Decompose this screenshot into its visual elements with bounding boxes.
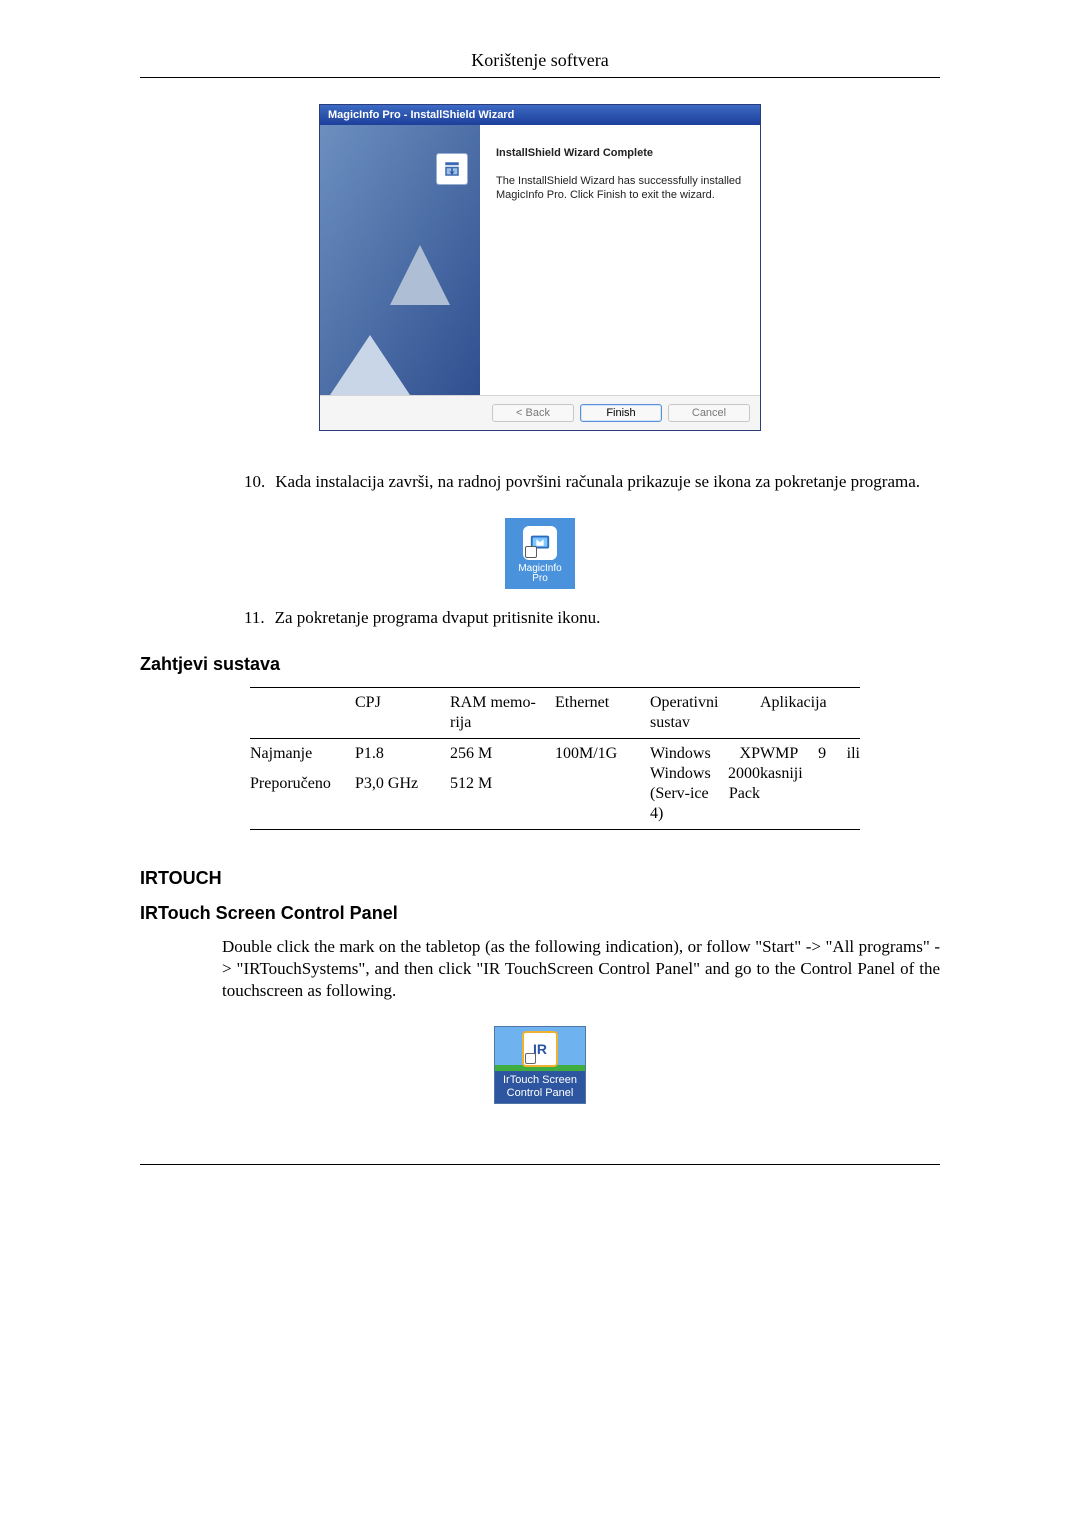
table-cell-app: WMP 9 ili kasniji bbox=[760, 739, 860, 829]
list-number: 11. bbox=[244, 607, 265, 630]
irtouch-shortcut-glyph: IR bbox=[495, 1027, 585, 1071]
finish-button[interactable]: Finish bbox=[580, 404, 662, 422]
irtouch-control-panel-shortcut-icon[interactable]: IR IrTouch Screen Control Panel bbox=[494, 1026, 586, 1104]
wizard-side-panel bbox=[320, 125, 480, 395]
table-header bbox=[250, 688, 355, 738]
header-rule bbox=[140, 77, 940, 78]
list-number: 10. bbox=[244, 471, 265, 494]
list-item: 11. Za pokretanje programa dvaput pritis… bbox=[244, 607, 940, 630]
table-cell: 256 M bbox=[450, 739, 555, 769]
list-item: 10. Kada instalacija završi, na radnoj p… bbox=[244, 471, 940, 494]
table-header: RAM memo- rija bbox=[450, 688, 555, 738]
wizard-footer: < Back Finish Cancel bbox=[320, 395, 760, 430]
wizard-content: InstallShield Wizard Complete The Instal… bbox=[480, 125, 760, 395]
wizard-heading: InstallShield Wizard Complete bbox=[496, 147, 744, 159]
section-heading-irtouch: IRTOUCH bbox=[140, 868, 940, 889]
list-text: Za pokretanje programa dvaput pritisnite… bbox=[275, 607, 601, 630]
shortcut-label: IrTouch Screen bbox=[499, 1074, 581, 1087]
table-header: Ethernet bbox=[555, 688, 650, 738]
system-requirements-table: CPJ RAM memo- rija Ethernet Operativni s… bbox=[250, 687, 860, 830]
shortcut-label: Pro bbox=[509, 574, 571, 585]
table-cell: 100M/1G bbox=[555, 739, 650, 769]
cancel-button[interactable]: Cancel bbox=[668, 404, 750, 422]
back-button[interactable]: < Back bbox=[492, 404, 574, 422]
wizard-titlebar: MagicInfo Pro - InstallShield Wizard bbox=[320, 105, 760, 125]
wizard-body-text: The InstallShield Wizard has successfull… bbox=[496, 175, 744, 203]
table-cell bbox=[555, 769, 650, 799]
table-cell: 512 M bbox=[450, 769, 555, 799]
shortcut-label: Control Panel bbox=[499, 1087, 581, 1100]
table-cell: P1.8 bbox=[355, 739, 450, 769]
installer-box-icon bbox=[436, 153, 468, 185]
table-cell: Preporučeno bbox=[250, 769, 355, 799]
shortcut-arrow-icon bbox=[525, 1053, 536, 1064]
installshield-wizard-window: MagicInfo Pro - InstallShield Wizard Ins… bbox=[319, 104, 761, 431]
table-header: CPJ bbox=[355, 688, 450, 738]
section-heading-irtouch-sub: IRTouch Screen Control Panel bbox=[140, 903, 940, 924]
footer-rule bbox=[140, 1164, 940, 1165]
table-cell: P3,0 GHz bbox=[355, 769, 450, 799]
table-header: Operativni sustav bbox=[650, 688, 760, 738]
table-cell: Najmanje bbox=[250, 739, 355, 769]
list-text: Kada instalacija završi, na radnoj površ… bbox=[275, 471, 920, 494]
magicinfo-pro-shortcut-icon[interactable]: MagicInfo Pro bbox=[505, 518, 575, 589]
page-header: Korištenje softvera bbox=[140, 50, 940, 71]
irtouch-paragraph: Double click the mark on the tabletop (a… bbox=[222, 936, 940, 1002]
shortcut-glyph-icon bbox=[523, 526, 557, 560]
table-header: Aplikacija bbox=[760, 688, 860, 738]
table-cell-os: Windows XP Windows 2000 (Serv-ice Pack 4… bbox=[650, 739, 760, 829]
section-heading-sysreq: Zahtjevi sustava bbox=[140, 654, 940, 675]
shortcut-arrow-icon bbox=[525, 546, 537, 558]
